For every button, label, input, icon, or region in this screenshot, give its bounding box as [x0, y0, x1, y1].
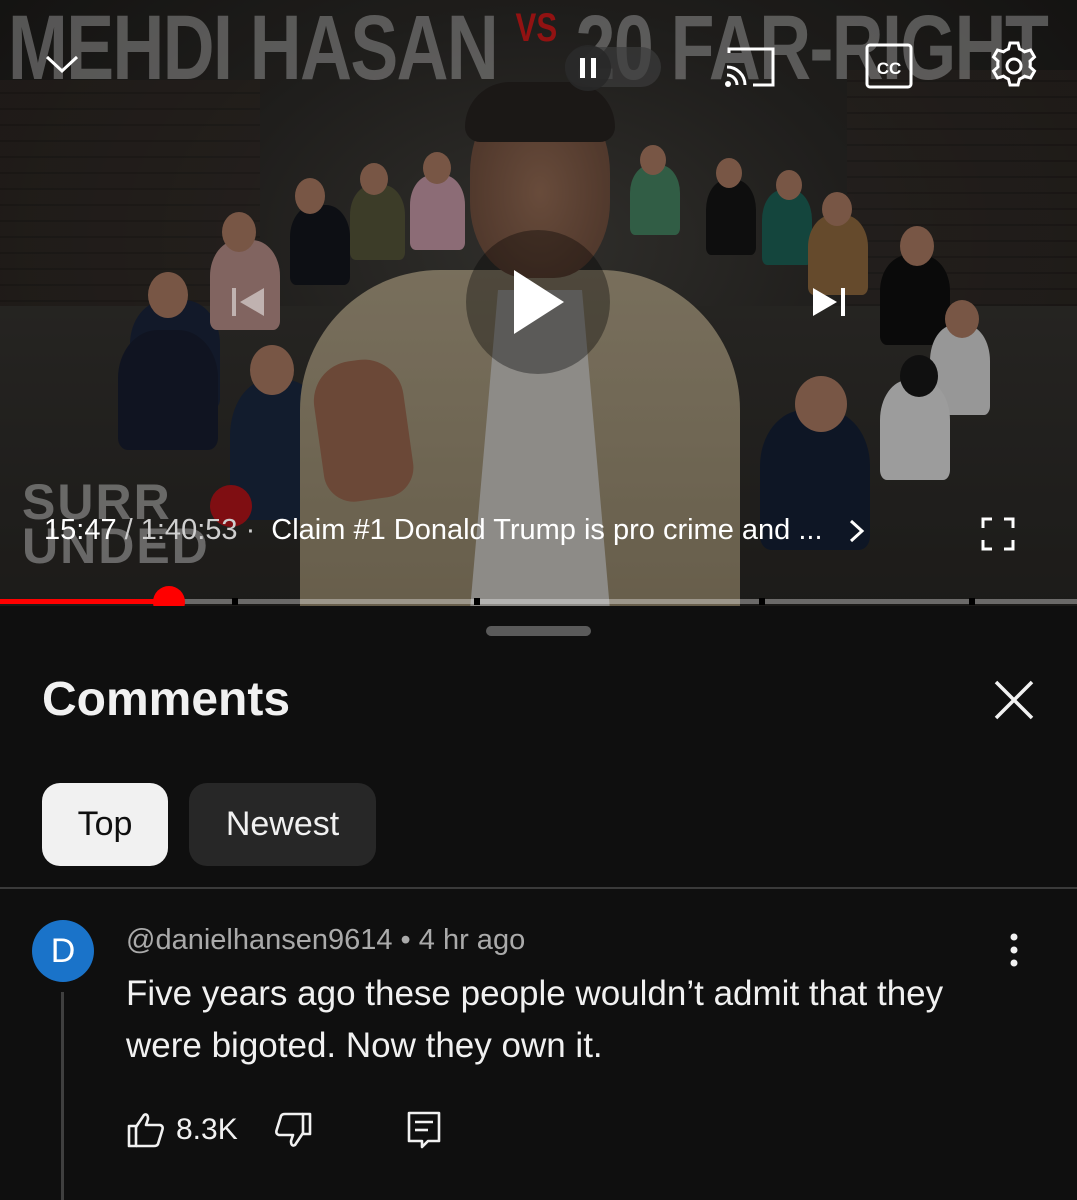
chapter-marker: [473, 598, 480, 605]
comment-meta: @danielhansen9614 • 4 hr ago: [126, 924, 525, 957]
chapter-separator: ·: [237, 514, 264, 546]
collapse-button[interactable]: [40, 42, 84, 86]
divider: [0, 887, 1077, 889]
time-separator: /: [116, 514, 141, 546]
avatar-letter: D: [50, 931, 76, 970]
dislike-button[interactable]: [273, 1108, 313, 1152]
chevron-down-icon: [45, 55, 79, 74]
cast-icon: [725, 47, 775, 87]
cc-icon: CC: [865, 43, 913, 89]
chapter-title[interactable]: Claim #1 Donald Trump is pro crime and .…: [271, 514, 822, 547]
meta-separator: •: [392, 924, 419, 956]
fullscreen-button[interactable]: [978, 514, 1018, 554]
comment-time: 4 hr ago: [418, 924, 526, 956]
chapter-marker: [231, 598, 238, 605]
comment-more-button[interactable]: [996, 928, 1032, 972]
play-icon: [514, 270, 564, 334]
autoplay-toggle-icon: [580, 58, 596, 78]
captions-button[interactable]: CC: [864, 42, 914, 90]
next-button[interactable]: [806, 282, 852, 322]
play-button[interactable]: [466, 230, 610, 374]
comments-panel: Comments Top Newest D @danielhansen9614 …: [0, 606, 1077, 1200]
filter-chip-top[interactable]: Top: [42, 783, 168, 866]
comment-author[interactable]: @danielhansen9614: [126, 924, 393, 956]
previous-button[interactable]: [226, 282, 270, 322]
settings-button[interactable]: [988, 40, 1040, 92]
skip-next-icon: [813, 288, 845, 316]
like-button[interactable]: 8.3K: [126, 1108, 238, 1152]
thumbs-down-icon: [275, 1112, 312, 1147]
fullscreen-icon: [981, 517, 1015, 551]
filter-chip-newest[interactable]: Newest: [189, 783, 376, 866]
chapter-marker: [969, 598, 976, 605]
current-time: 15:47: [44, 514, 117, 546]
comments-title: Comments: [42, 673, 291, 726]
gear-icon: [991, 41, 1037, 87]
more-vert-icon: [1010, 933, 1018, 967]
video-player[interactable]: MEHDI HASAN VS 20 FAR-RIGHT SURR UNDED C…: [0, 0, 1077, 606]
time-and-chapter[interactable]: 15:47 / 1:40:53 · Claim #1 Donald Trump …: [44, 514, 869, 547]
chevron-right-icon[interactable]: [845, 517, 869, 545]
close-comments-button[interactable]: [986, 672, 1042, 728]
thumbs-up-icon: [127, 1113, 164, 1148]
avatar[interactable]: D: [32, 920, 94, 982]
progress-played: [0, 599, 170, 604]
cast-button[interactable]: [722, 44, 778, 90]
close-icon: [994, 680, 1034, 720]
svg-text:CC: CC: [877, 59, 902, 78]
thread-line: [61, 992, 64, 1200]
total-time: 1:40:53: [140, 514, 238, 546]
reply-icon: [407, 1111, 441, 1149]
chapter-marker: [759, 598, 766, 605]
comment-text: Five years ago these people wouldn’t adm…: [126, 974, 944, 1065]
reply-button[interactable]: [406, 1108, 442, 1152]
autoplay-toggle-knob[interactable]: [565, 45, 611, 91]
panel-drag-handle[interactable]: [486, 626, 591, 636]
like-count: 8.3K: [176, 1113, 238, 1146]
skip-previous-icon: [232, 288, 264, 316]
